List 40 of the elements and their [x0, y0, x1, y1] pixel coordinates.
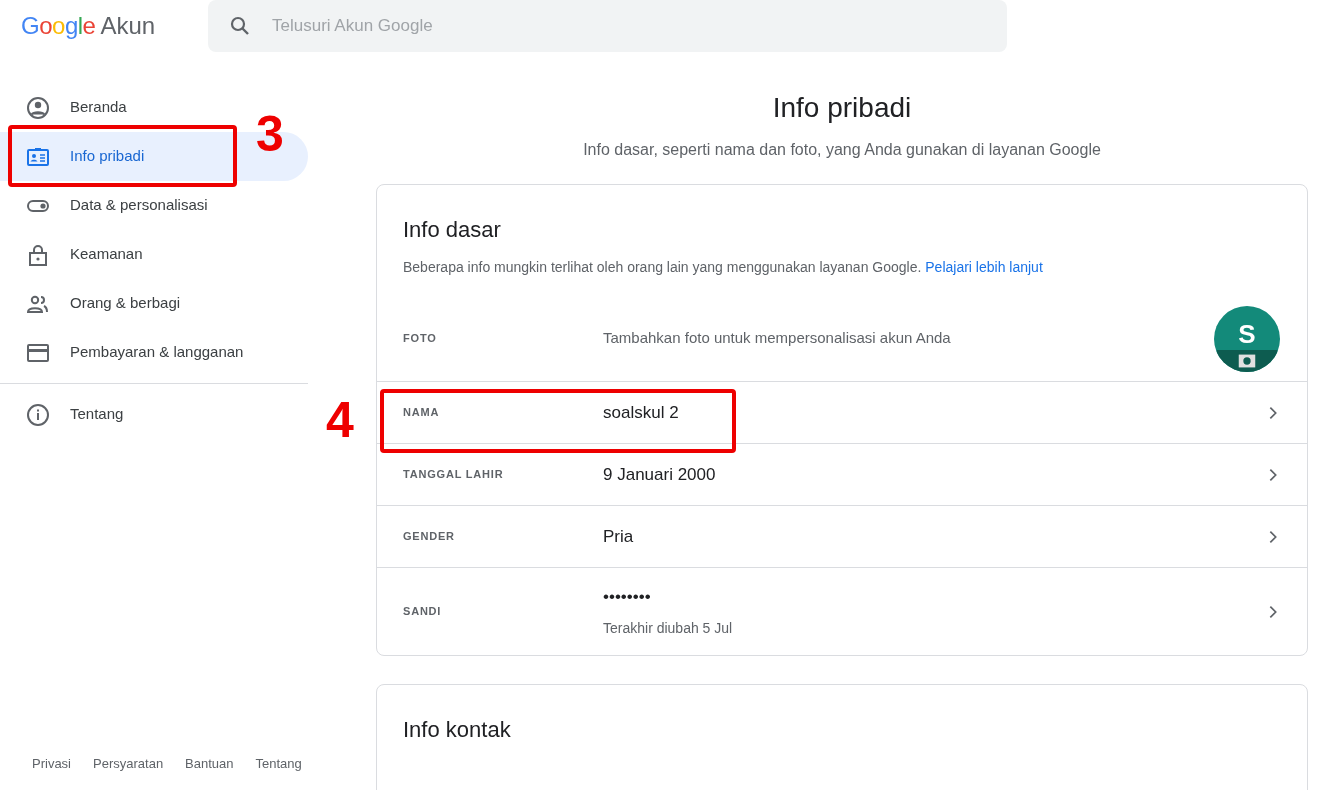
step-number: 4 [326, 392, 354, 448]
avatar[interactable]: S [1214, 305, 1280, 372]
row-value: 9 Januari 2000 [603, 463, 717, 486]
product-name: Akun [100, 11, 156, 41]
sidebar-item[interactable]: Pembayaran & langganan [0, 328, 308, 377]
info-row[interactable]: GENDER Pria [377, 505, 1307, 567]
sidebar-item[interactable]: Tentang [0, 390, 308, 439]
sidebar-item[interactable]: Data & personalisasi [0, 181, 308, 230]
info-row[interactable]: FOTO Tambahkan foto untuk mempersonalisasi akun Anda S [377, 296, 1307, 381]
card-description: Beberapa info mungkin terlihat oleh orang lain yang menggunakan layanan Google. [403, 259, 923, 275]
info-icon [26, 402, 50, 427]
info-row[interactable]: TANGGAL LAHIR 9 Januari 2000 [377, 443, 1307, 505]
footer-link[interactable]: Privasi [32, 753, 71, 773]
row-value: Pria [603, 525, 635, 548]
sidebar-item[interactable]: Keamanan [0, 230, 308, 279]
sidebar-item[interactable]: Orang & berbagi [0, 279, 308, 328]
info-row[interactable]: SANDI •••••••• Terakhir diubah 5 Jul [377, 567, 1307, 655]
row-label: SANDI [403, 604, 443, 620]
row-value: soalskul 2 [603, 401, 680, 424]
card-title: Info kontak [402, 716, 512, 744]
footer-link[interactable]: Tentang [255, 753, 302, 773]
info-row[interactable]: NAMA soalskul 2 [377, 381, 1307, 443]
account-circle-icon [26, 95, 50, 120]
page-title: Info pribadi [772, 91, 912, 125]
row-label: FOTO [403, 331, 438, 347]
lock-icon [26, 242, 50, 267]
row-label: NAMA [403, 405, 441, 421]
page-subtitle: Info dasar, seperti nama dan foto, yang Anda gunakan di layanan Google [583, 140, 1101, 160]
search-field[interactable]: Telusuri Akun Google [208, 0, 1007, 52]
footer-link[interactable]: Persyaratan [93, 753, 164, 773]
row-label: TANGGAL LAHIR [403, 467, 505, 483]
google-logo[interactable]: Google [21, 8, 96, 44]
card-title: Info dasar [402, 216, 502, 244]
row-label: GENDER [403, 529, 456, 545]
row-value: •••••••• [603, 586, 652, 609]
row-note: Terakhir diubah 5 Jul [603, 618, 734, 638]
footer-link[interactable]: Bantuan [185, 753, 234, 773]
row-value: Tambahkan foto untuk mempersonalisasi akun Anda [603, 328, 952, 349]
avatar-letter: S [1238, 319, 1256, 348]
learn-more-link[interactable]: Pelajari lebih lanjut [925, 259, 1043, 275]
